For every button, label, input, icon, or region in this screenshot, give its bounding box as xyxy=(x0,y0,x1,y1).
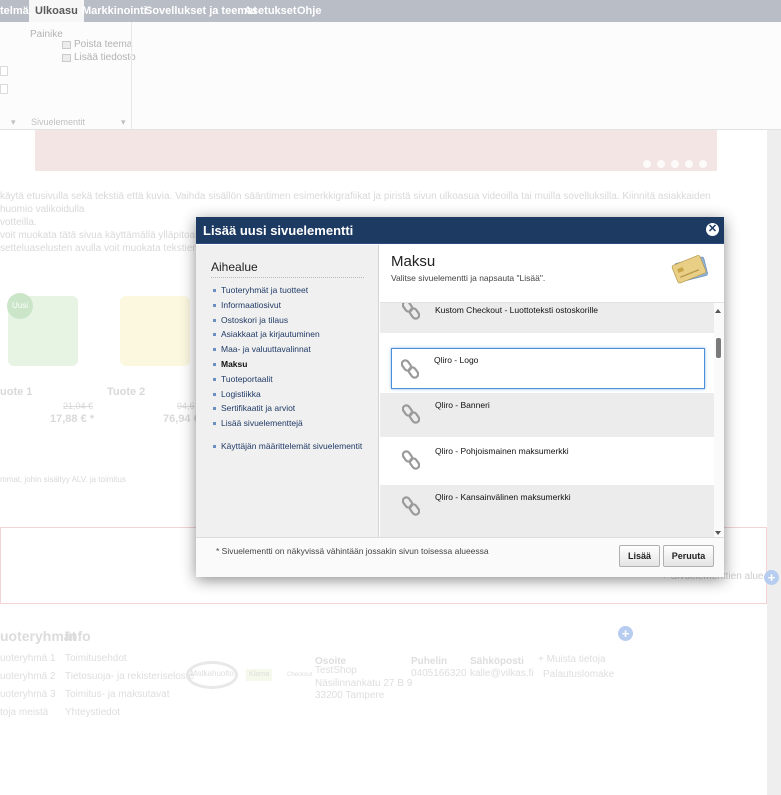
chain-link-icon xyxy=(402,496,420,516)
element-pane-title: Maksu xyxy=(391,253,436,270)
category-info-pages[interactable]: Informaatiosivut xyxy=(213,298,362,313)
scroll-up-arrow-icon[interactable] xyxy=(715,309,721,313)
dialog-title: Lisää uusi sivuelementti xyxy=(203,223,354,238)
category-product-portals[interactable]: Tuoteportaalit xyxy=(213,372,362,387)
element-item-label: Qliro - Kansainvälinen maksumerkki xyxy=(435,492,571,502)
category-products[interactable]: Tuoteryhmät ja tuotteet xyxy=(213,283,362,298)
credit-card-icon xyxy=(671,255,708,284)
dialog-header: Lisää uusi sivuelementti ✕ xyxy=(196,217,724,244)
category-user-defined[interactable]: Käyttäjän määrittelemät sivuelementit xyxy=(213,439,362,454)
add-element-dialog: Lisää uusi sivuelementti ✕ Aihealue Tuot… xyxy=(196,217,724,577)
element-item-label: Qliro - Pohjoismainen maksumerkki xyxy=(435,446,569,456)
scroll-down-arrow-icon[interactable] xyxy=(715,531,721,535)
category-cart-order[interactable]: Ostoskori ja tilaus xyxy=(213,313,362,328)
category-list: Tuoteryhmät ja tuotteet Informaatiosivut… xyxy=(213,283,362,454)
category-heading: Aihealue xyxy=(211,260,258,274)
close-icon[interactable]: ✕ xyxy=(706,223,719,236)
category-more-elements[interactable]: Lisää sivuelementtejä xyxy=(213,416,362,431)
category-customers-login[interactable]: Asiakkaat ja kirjautuminen xyxy=(213,327,362,342)
visibility-note: * Sivuelementti on näkyvissä vähintään j… xyxy=(216,546,489,556)
scroll-thumb[interactable] xyxy=(716,338,721,358)
chain-link-icon xyxy=(401,359,419,379)
category-country-currency[interactable]: Maa- ja valuuttavalinnat xyxy=(213,342,362,357)
element-pane: Maksu Valitse sivuelementti ja napsauta … xyxy=(380,245,724,538)
element-item[interactable]: Kustom Checkout - Luottoteksti ostoskori… xyxy=(380,303,714,333)
chain-link-icon xyxy=(402,404,420,424)
category-logistics[interactable]: Logistiikka xyxy=(213,387,362,402)
element-list: Kustom Checkout - Luottoteksti ostoskori… xyxy=(380,302,724,538)
element-item[interactable]: Qliro - Banneri xyxy=(380,393,714,437)
element-item-label: Kustom Checkout - Luottoteksti ostoskori… xyxy=(435,305,598,315)
dialog-footer: * Sivuelementti on näkyvissä vähintään j… xyxy=(196,537,724,577)
list-scrollbar[interactable] xyxy=(714,303,724,538)
element-item[interactable]: Qliro - Kansainvälinen maksumerkki xyxy=(380,485,714,538)
element-item[interactable]: Qliro - Pohjoismainen maksumerkki xyxy=(380,439,714,483)
category-pane: Aihealue Tuoteryhmät ja tuotteet Informa… xyxy=(196,245,379,537)
element-pane-subtitle: Valitse sivuelementti ja napsauta "Lisää… xyxy=(391,273,546,283)
cancel-button[interactable]: Peruuta xyxy=(663,545,714,567)
chain-link-icon xyxy=(402,303,420,320)
chain-link-icon xyxy=(402,450,420,470)
category-certificates-reviews[interactable]: Sertifikaatit ja arviot xyxy=(213,401,362,416)
element-item-selected[interactable]: Qliro - Logo xyxy=(391,348,705,389)
element-item-label: Qliro - Banneri xyxy=(435,400,490,410)
element-item-label: Qliro - Logo xyxy=(434,355,479,365)
category-divider xyxy=(211,277,364,278)
category-payment[interactable]: Maksu xyxy=(213,357,362,372)
add-button[interactable]: Lisää xyxy=(619,545,660,567)
